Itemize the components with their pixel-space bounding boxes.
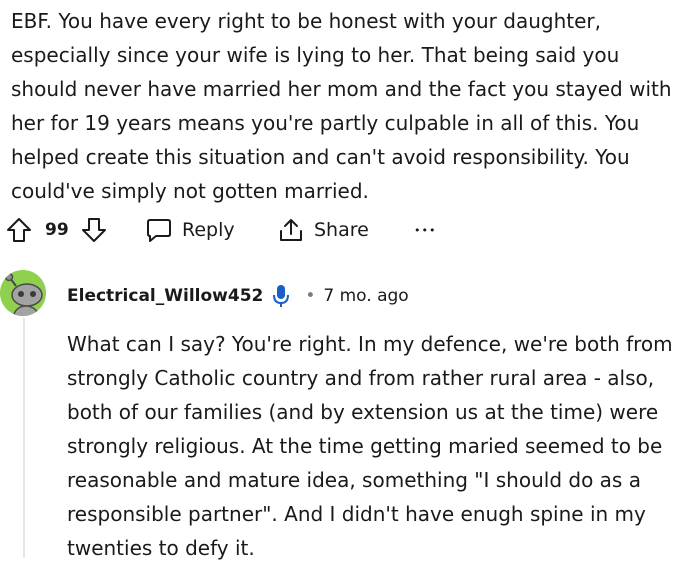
vote-count: 99 — [45, 220, 69, 240]
upvote-arrow-icon — [7, 218, 31, 242]
downvote-button[interactable] — [81, 217, 107, 243]
reply-button[interactable]: Reply — [146, 217, 235, 243]
upvote-button[interactable] — [6, 217, 32, 243]
reply-label: Reply — [182, 219, 235, 241]
parent-comment-body: EBF. You have every right to be honest w… — [11, 9, 672, 203]
snoo-avatar-icon — [0, 270, 46, 316]
reply-comment-body: What can I say? You're right. In my defe… — [67, 332, 673, 560]
share-label: Share — [314, 219, 369, 241]
username-link[interactable]: Electrical_Willow452 — [67, 286, 263, 306]
comment-action-bar: 99 Reply Share ••• — [0, 210, 700, 250]
comment-timestamp[interactable]: 7 mo. ago — [323, 286, 408, 306]
meta-separator: • — [305, 286, 316, 306]
microphone-icon — [273, 285, 290, 307]
downvote-arrow-icon — [82, 218, 106, 242]
share-icon — [280, 219, 302, 241]
reply-comment-header: Electrical_Willow452 • 7 mo. ago — [67, 281, 409, 311]
avatar[interactable] — [0, 270, 46, 316]
share-button[interactable]: Share — [278, 217, 369, 243]
thread-line[interactable] — [23, 318, 25, 558]
more-options-button[interactable]: ••• — [414, 224, 436, 237]
comment-bubble-icon — [147, 219, 171, 242]
